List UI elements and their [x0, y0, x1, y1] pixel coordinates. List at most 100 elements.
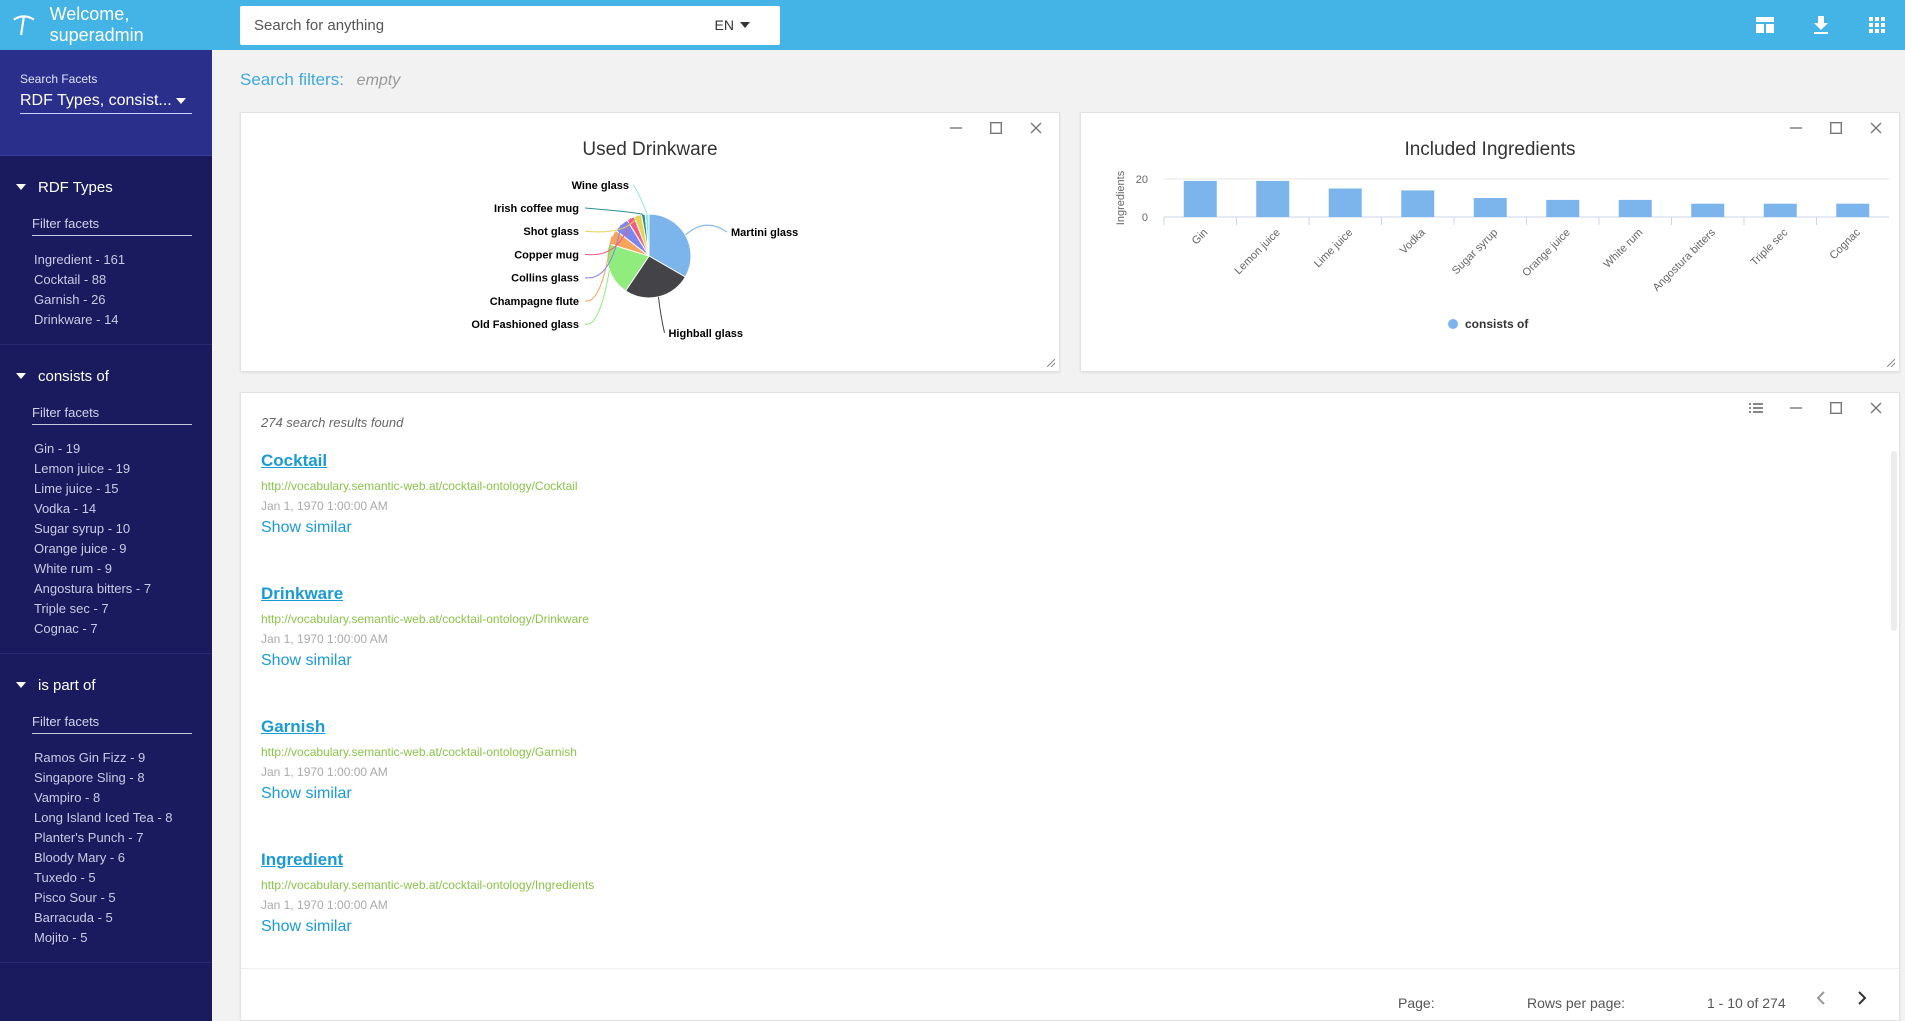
facet-item[interactable]: Lemon juice - 19 — [0, 459, 212, 479]
legend-label[interactable]: consists of — [1465, 317, 1529, 331]
search-filters-label: Search filters: — [240, 70, 344, 89]
bar[interactable] — [1546, 199, 1580, 217]
facet-group-header[interactable]: RDF Types — [0, 174, 212, 200]
facet-item[interactable]: Vampiro - 8 — [0, 788, 212, 808]
bar[interactable] — [1473, 198, 1507, 217]
x-tick-label: Lime juice — [1312, 227, 1356, 271]
facet-item[interactable]: Ingredient - 161 — [0, 250, 212, 270]
facet-item[interactable]: Planter's Punch - 7 — [0, 828, 212, 848]
facet-item[interactable]: Sugar syrup - 10 — [0, 519, 212, 539]
resize-handle-icon[interactable] — [1047, 359, 1055, 367]
facet-item[interactable]: Mojito - 5 — [0, 928, 212, 948]
prev-page-button[interactable] — [1816, 991, 1826, 1008]
collapse-icon — [16, 373, 26, 379]
search-filters-value: empty — [356, 72, 401, 89]
download-icon — [1814, 16, 1828, 34]
facet-item[interactable]: Drinkware - 14 — [0, 310, 212, 330]
bar[interactable] — [1691, 203, 1725, 217]
language-select[interactable]: EN — [715, 17, 750, 33]
results-scrollbar[interactable] — [1891, 451, 1897, 631]
download-button[interactable] — [1793, 0, 1849, 50]
facet-item[interactable]: Garnish - 26 — [0, 290, 212, 310]
facet-item[interactable]: Barracuda - 5 — [0, 908, 212, 928]
facet-item[interactable]: Orange juice - 9 — [0, 539, 212, 559]
facet-item[interactable]: Long Island Iced Tea - 8 — [0, 808, 212, 828]
next-page-button[interactable] — [1857, 991, 1867, 1008]
bar[interactable] — [1328, 188, 1362, 218]
bar[interactable] — [1256, 180, 1290, 217]
legend-marker[interactable] — [1448, 319, 1458, 329]
search-facets: Search Facets RDF Types, consist... — [0, 50, 212, 156]
x-tick-label: Cognac — [1828, 226, 1864, 262]
pie-connector — [584, 207, 644, 215]
results-panel: 274 search results found Cocktail http:/… — [240, 392, 1900, 1021]
result-url: http://vocabulary.semantic-web.at/cockta… — [261, 479, 578, 493]
facet-item[interactable]: Lime juice - 15 — [0, 479, 212, 499]
pie-connector — [632, 184, 648, 215]
facet-group-header[interactable]: consists of — [0, 363, 212, 389]
show-similar-link[interactable]: Show similar — [261, 785, 352, 803]
facet-item[interactable]: Triple sec - 7 — [0, 599, 212, 619]
x-tick-label: Vodka — [1398, 226, 1429, 257]
apps-button[interactable] — [1849, 0, 1905, 50]
facet-item[interactable]: Tuxedo - 5 — [0, 868, 212, 888]
maximize-button[interactable] — [1823, 399, 1849, 417]
page-label: Page: — [1398, 995, 1435, 1011]
resize-handle-icon[interactable] — [1887, 359, 1895, 367]
result-date: Jan 1, 1970 1:00:00 AM — [261, 499, 388, 513]
search-facets-value: RDF Types, consist... — [20, 91, 172, 109]
y-tick-label: 0 — [1142, 212, 1148, 224]
show-similar-link[interactable]: Show similar — [261, 519, 352, 537]
x-tick-label: Triple sec — [1748, 226, 1790, 268]
result-url: http://vocabulary.semantic-web.at/cockta… — [261, 745, 577, 759]
apps-grid-icon — [1869, 17, 1885, 33]
result-url: http://vocabulary.semantic-web.at/cockta… — [261, 878, 595, 892]
result-title-link[interactable]: Drinkware — [261, 584, 589, 604]
bar[interactable] — [1401, 190, 1435, 217]
bar[interactable] — [1836, 203, 1870, 217]
facet-filter-input[interactable]: Filter facets — [32, 216, 192, 236]
show-similar-link[interactable]: Show similar — [261, 918, 352, 936]
close-button[interactable] — [1863, 399, 1889, 417]
result-title-link[interactable]: Garnish — [261, 717, 577, 737]
facet-item[interactable]: Bloody Mary - 6 — [0, 848, 212, 868]
facet-item[interactable]: Vodka - 14 — [0, 499, 212, 519]
search-facets-label: Search Facets — [20, 72, 98, 86]
collapse-icon — [16, 682, 26, 688]
search-input[interactable]: Search for anything EN — [240, 6, 780, 45]
show-similar-link[interactable]: Show similar — [261, 652, 352, 670]
result-title-link[interactable]: Cocktail — [261, 451, 578, 471]
result-date: Jan 1, 1970 1:00:00 AM — [261, 632, 388, 646]
list-view-button[interactable] — [1743, 399, 1769, 417]
pickaxe-logo-icon — [13, 15, 35, 36]
chevron-down-icon — [176, 97, 186, 104]
brand: Welcome, superadmin — [0, 0, 212, 50]
facet-filter-input[interactable]: Filter facets — [32, 405, 192, 425]
bar[interactable] — [1763, 203, 1797, 217]
facet-item[interactable]: Pisco Sour - 5 — [0, 888, 212, 908]
minimize-button[interactable] — [1783, 399, 1809, 417]
facet-filter-input[interactable]: Filter facets — [32, 714, 192, 734]
bar[interactable] — [1618, 199, 1652, 217]
facet-item[interactable]: Cocktail - 88 — [0, 270, 212, 290]
bar-chart: 20 0 Ingredients Gin Lemon juice Lime juice Vo… — [1115, 170, 1889, 331]
pie-label: Wine glass — [572, 180, 629, 192]
result-item: Ingredient http://vocabulary.semantic-we… — [261, 850, 594, 936]
facet-item[interactable]: Cognac - 7 — [0, 619, 212, 639]
pie-label: Highball glass — [668, 328, 743, 340]
facet-group-header[interactable]: is part of — [0, 672, 212, 698]
result-title-link[interactable]: Ingredient — [261, 850, 594, 870]
facet-item[interactable]: Gin - 19 — [0, 439, 212, 459]
results-count: 274 search results found — [261, 415, 404, 430]
facet-item[interactable]: Singapore Sling - 8 — [0, 768, 212, 788]
search-placeholder: Search for anything — [254, 17, 385, 34]
bar[interactable] — [1183, 180, 1217, 217]
facet-item[interactable]: Ramos Gin Fizz - 9 — [0, 748, 212, 768]
search-facets-select[interactable]: RDF Types, consist... — [20, 88, 192, 114]
facet-item[interactable]: Angostura bitters - 7 — [0, 579, 212, 599]
dashboard-button[interactable] — [1737, 0, 1793, 50]
x-tick-label: White rum — [1601, 227, 1645, 271]
y-axis-label: Ingredients — [1115, 170, 1127, 225]
facet-item[interactable]: White rum - 9 — [0, 559, 212, 579]
pie-label: Old Fashioned glass — [471, 319, 579, 331]
